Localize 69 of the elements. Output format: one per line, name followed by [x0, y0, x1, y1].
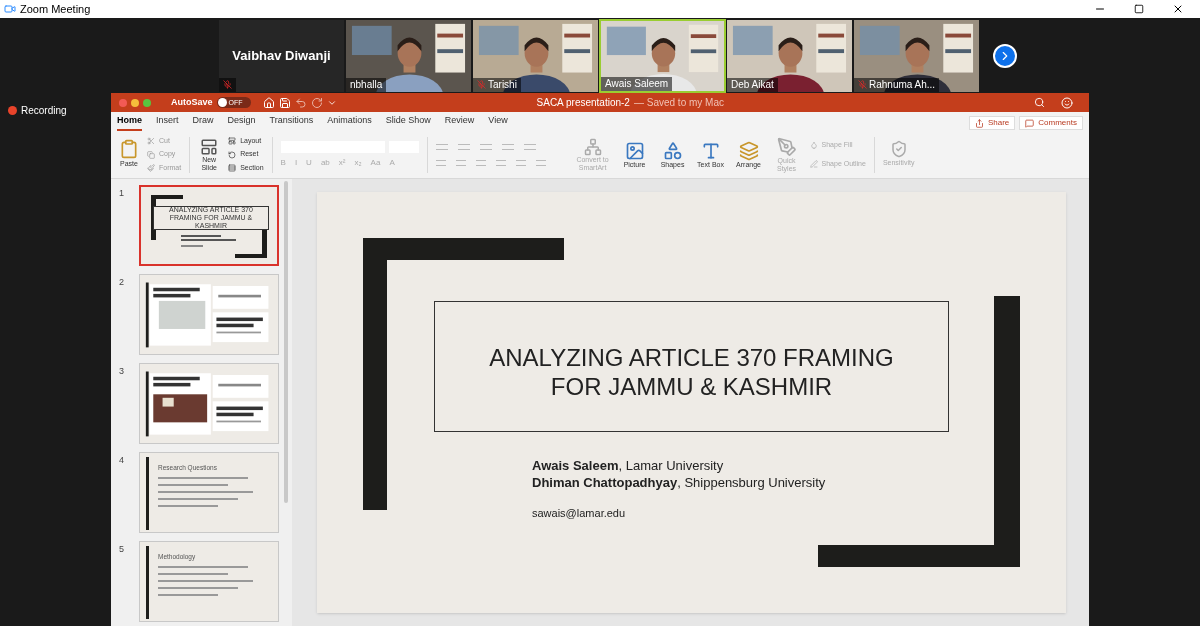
autosave-label: AutoSave — [171, 95, 213, 109]
participant-name: Tarishi — [488, 78, 517, 92]
shield-icon — [889, 140, 908, 159]
copy-icon — [147, 150, 155, 159]
minimize-window-icon[interactable] — [131, 98, 139, 107]
redo-icon[interactable] — [310, 96, 323, 109]
slide-layout-icon — [200, 137, 219, 156]
maximize-icon[interactable] — [1134, 4, 1144, 14]
scissors-icon — [147, 137, 155, 145]
video-tile[interactable]: Rahnuma Ah... — [853, 18, 980, 93]
next-page-button[interactable] — [993, 43, 1017, 68]
reset-icon — [228, 150, 237, 159]
scrollbar[interactable] — [284, 181, 288, 503]
account-icon[interactable] — [1061, 96, 1073, 109]
share-icon — [974, 118, 984, 128]
search-icon[interactable] — [1034, 97, 1045, 108]
window-title: Zoom Meeting — [20, 1, 91, 17]
home-icon[interactable] — [262, 96, 275, 109]
ribbon-tab[interactable]: Draw — [192, 113, 214, 131]
video-tile[interactable]: Tarishi — [472, 18, 599, 93]
save-status: — Saved to my Mac — [633, 96, 724, 110]
shapes-icon — [662, 140, 683, 161]
quick-styles-icon — [776, 136, 797, 157]
share-button[interactable]: Share — [968, 116, 1016, 130]
layout-icon — [228, 137, 237, 145]
slide-number: 1 — [119, 187, 125, 200]
document-title: SACA presentation-2 — [536, 96, 630, 110]
recording-label: Recording — [21, 104, 67, 118]
ribbon-tab[interactable]: Design — [227, 113, 256, 131]
ribbon-tab[interactable]: Review — [444, 113, 475, 131]
slide-number: 3 — [119, 365, 125, 378]
outline-icon — [809, 159, 818, 168]
video-tile[interactable]: Awais Saleem — [599, 18, 726, 93]
slide-title: FOR JAMMU & KASHMIR — [550, 371, 833, 401]
email-text: sawais@lamar.edu — [532, 506, 627, 521]
participant-name: Awais Saleem — [605, 77, 669, 91]
comment-icon — [1025, 118, 1035, 128]
comments-button[interactable]: Comments — [1019, 116, 1083, 130]
save-icon[interactable] — [278, 96, 291, 109]
fill-icon — [809, 141, 818, 150]
video-tile[interactable]: Vaibhav Diwanji — [218, 18, 345, 93]
participant-name: Deb Aikat — [731, 78, 774, 92]
picture-icon — [624, 140, 645, 161]
author-line: Dhiman Chattopadhyay, Shippensburg University — [532, 474, 826, 491]
zoom-logo-icon — [4, 3, 16, 15]
ribbon-tab[interactable]: Insert — [156, 113, 179, 131]
paintbrush-icon — [147, 164, 155, 172]
undo-icon[interactable] — [294, 96, 307, 109]
zoom-window-icon[interactable] — [143, 98, 151, 107]
video-tile[interactable]: nbhalla — [345, 18, 472, 93]
ribbon-tab[interactable]: Animations — [327, 113, 372, 131]
smartart-icon — [583, 137, 602, 156]
ribbon-tab[interactable]: Home — [117, 113, 142, 131]
participant-name: Vaibhav Diwanji — [232, 46, 331, 65]
slide-title: ANALYZING ARTICLE 370 FRAMING — [489, 342, 894, 372]
participant-name: nbhalla — [350, 78, 383, 92]
slide-number: 2 — [119, 276, 125, 289]
close-icon[interactable] — [1172, 3, 1184, 15]
section-icon — [228, 164, 237, 172]
clipboard-icon — [119, 139, 139, 160]
participant-name: Rahnuma Ah... — [869, 78, 936, 92]
ribbon-tab[interactable]: Slide Show — [385, 113, 431, 131]
ribbon-tab[interactable]: View — [488, 113, 508, 131]
ribbon-tab[interactable]: Transitions — [269, 113, 314, 131]
slide-number: 4 — [119, 454, 125, 467]
slide-number: 5 — [119, 543, 125, 556]
video-tile[interactable]: Deb Aikat — [726, 18, 853, 93]
author-line: Awais Saleem, Lamar University — [532, 457, 725, 474]
arrange-icon — [738, 140, 759, 161]
